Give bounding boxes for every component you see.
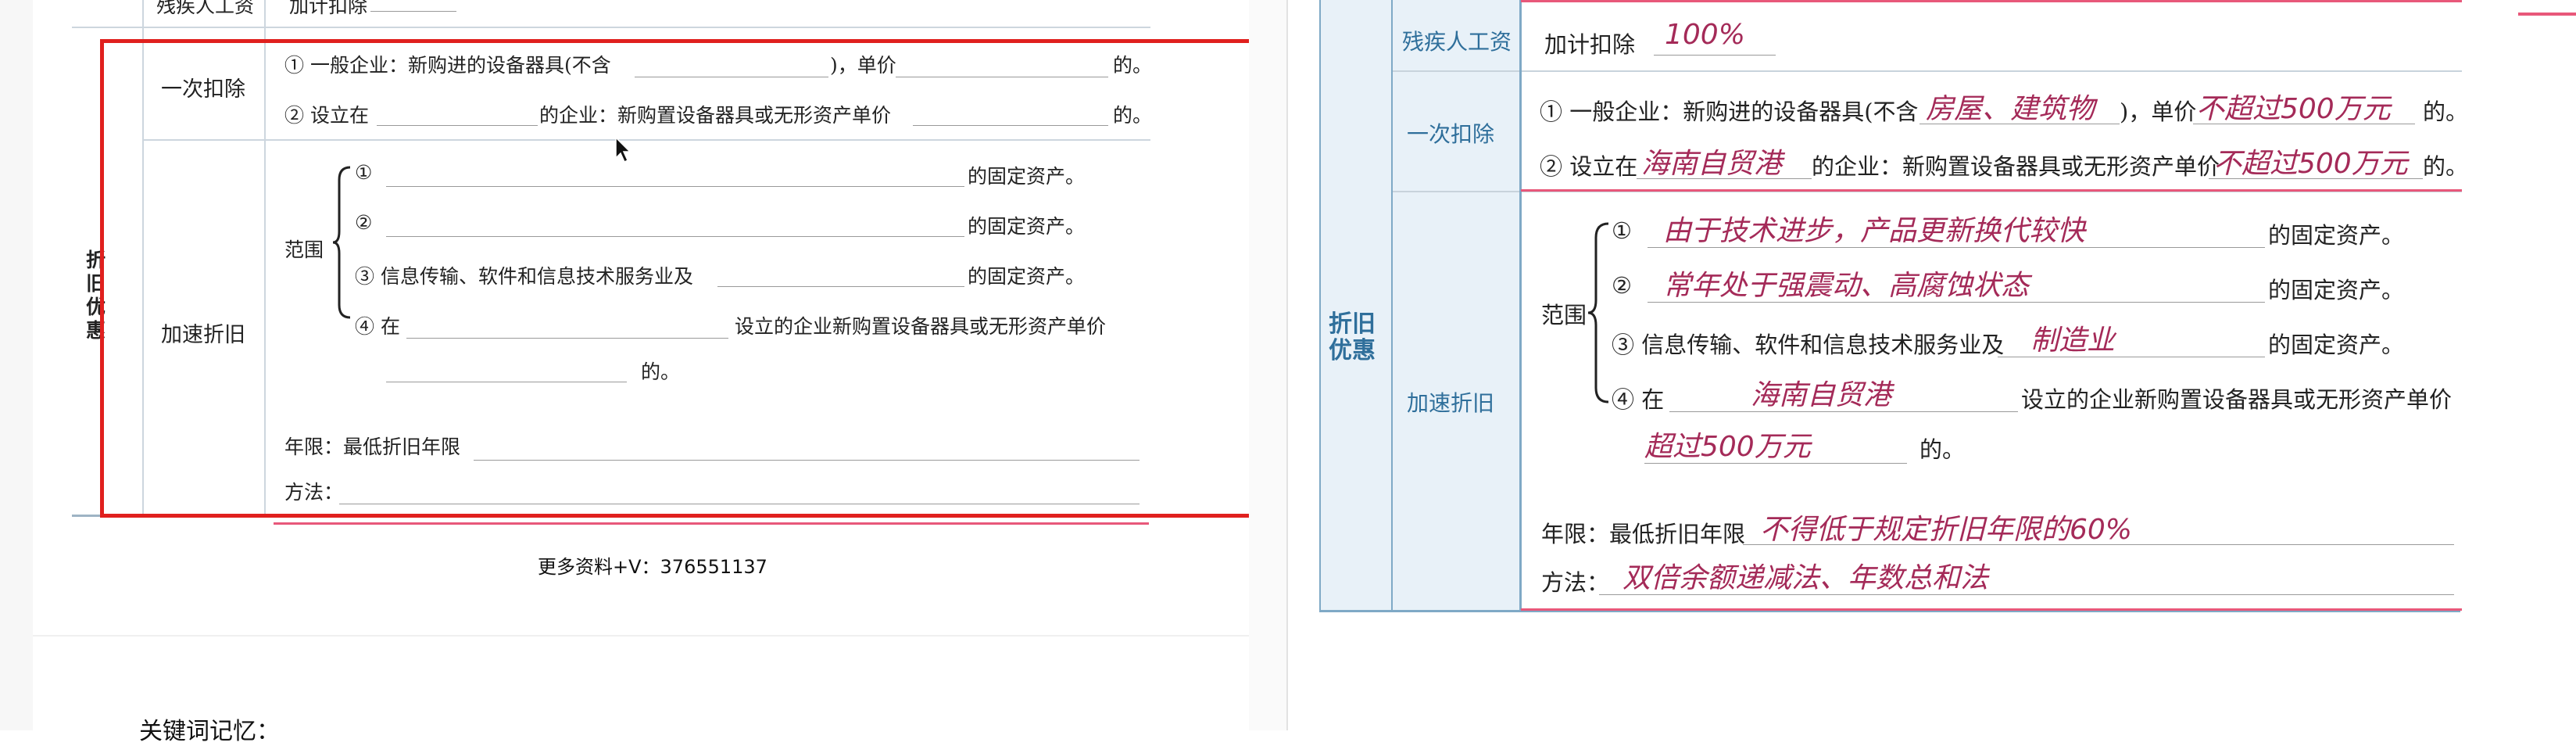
pink-rule [1521, 0, 2462, 2]
footer-note: 更多资料+V：376551137 [538, 556, 767, 578]
label-column [1391, 0, 1521, 612]
accel-item4-end: 的。 [1919, 436, 1966, 463]
accel-item1-answer: 由于技术进步，产品更新换代较快 [1663, 215, 2086, 247]
accel-item3: ③ 信息传输、软件和信息技术服务业及 [1612, 332, 2005, 358]
page-separator [33, 635, 1249, 637]
blank-line [2209, 178, 2423, 179]
accel-item4-a: ④ 在 [1612, 386, 1665, 413]
col-line [1519, 0, 1522, 612]
split-scroll-area [1249, 0, 1288, 730]
accel-method: 方法： [1541, 569, 1610, 596]
once-line2-b: 的企业：新购置设备器具或无形资产单价 [1812, 153, 2220, 180]
accel-item2-answer: 常年处于强震动、高腐蚀状态 [1663, 270, 2030, 302]
accel-item3-end: 的固定资产。 [2268, 332, 2405, 358]
once-line1-a: ① 一般企业：新购进的设备器具(不含 [1540, 99, 1919, 125]
brace-icon [1587, 222, 1609, 403]
blank-line [1644, 463, 1907, 464]
once-line2-a: ② 设立在 [1540, 153, 1638, 180]
top-row-text: 加计扣除 [289, 0, 368, 17]
accel-method-answer: 双倍余额递减法、年数总和法 [1623, 562, 1989, 594]
mouse-pointer-icon [615, 136, 631, 163]
accel-item2: ② [1612, 272, 1632, 299]
once-label: 一次扣除 [1407, 121, 1495, 147]
category-column [1319, 0, 1391, 612]
category-label: 折旧优惠 [1329, 310, 1376, 364]
blank-line [1654, 55, 1776, 56]
selection-frame [100, 39, 1255, 518]
left-gutter [0, 0, 33, 730]
keywords-heading: 关键词记忆： [139, 718, 280, 745]
once-line2-c: 的。 [2423, 153, 2469, 180]
accel-item1-end: 的固定资产。 [2268, 222, 2405, 249]
pink-rule [1521, 189, 2462, 192]
blank-line [1599, 594, 2454, 595]
accel-item3-answer: 制造业 [2030, 325, 2116, 357]
once-line1-c: 的。 [2423, 99, 2469, 125]
once-line1-b: )，单价 [2120, 99, 2197, 125]
pink-rule [274, 522, 1149, 525]
top-row-answer: 100% [1665, 19, 1745, 51]
accel-item4-answer: 海南自贸港 [1751, 379, 1892, 411]
once-line1-answer: 房屋、建筑物 [1926, 93, 2095, 125]
col-line [1319, 0, 1321, 612]
row-line [1391, 70, 2462, 72]
scope-label: 范围 [1541, 302, 1587, 328]
accel-item1: ① [1612, 217, 1632, 244]
accel-item2-end: 的固定资产。 [2268, 277, 2405, 303]
top-row-text: 加计扣除 [1544, 31, 1636, 58]
blank-line [1648, 247, 2265, 248]
once-line2-answer2: 不超过500万元 [2213, 148, 2408, 180]
blank-line [1648, 302, 2265, 303]
blank-line [370, 11, 456, 12]
col-line [1391, 0, 1393, 612]
once-line1-answer2: 不超过500万元 [2196, 93, 2391, 125]
row-line [72, 27, 1150, 28]
blank-line [1637, 178, 1812, 179]
accel-item4-answer2: 超过500万元 [1644, 431, 1811, 463]
top-row-label: 残疾人工资 [1402, 29, 1512, 55]
pink-mark [2518, 13, 2576, 16]
accel-term-answer: 不得低于规定折旧年限的60% [1760, 514, 2133, 546]
blank-line [1743, 544, 2454, 545]
once-line2-answer: 海南自贸港 [1641, 148, 1783, 180]
accel-term: 年限：最低折旧年限 [1541, 521, 1746, 547]
accel-item4-b: 设立的企业新购置设备器具或无形资产单价 [2021, 386, 2453, 413]
blank-line [1669, 411, 2018, 412]
accel-label: 加速折旧 [1407, 390, 1495, 416]
pink-rule [1521, 608, 2462, 611]
top-row-label: 残疾人工资 [156, 0, 255, 17]
